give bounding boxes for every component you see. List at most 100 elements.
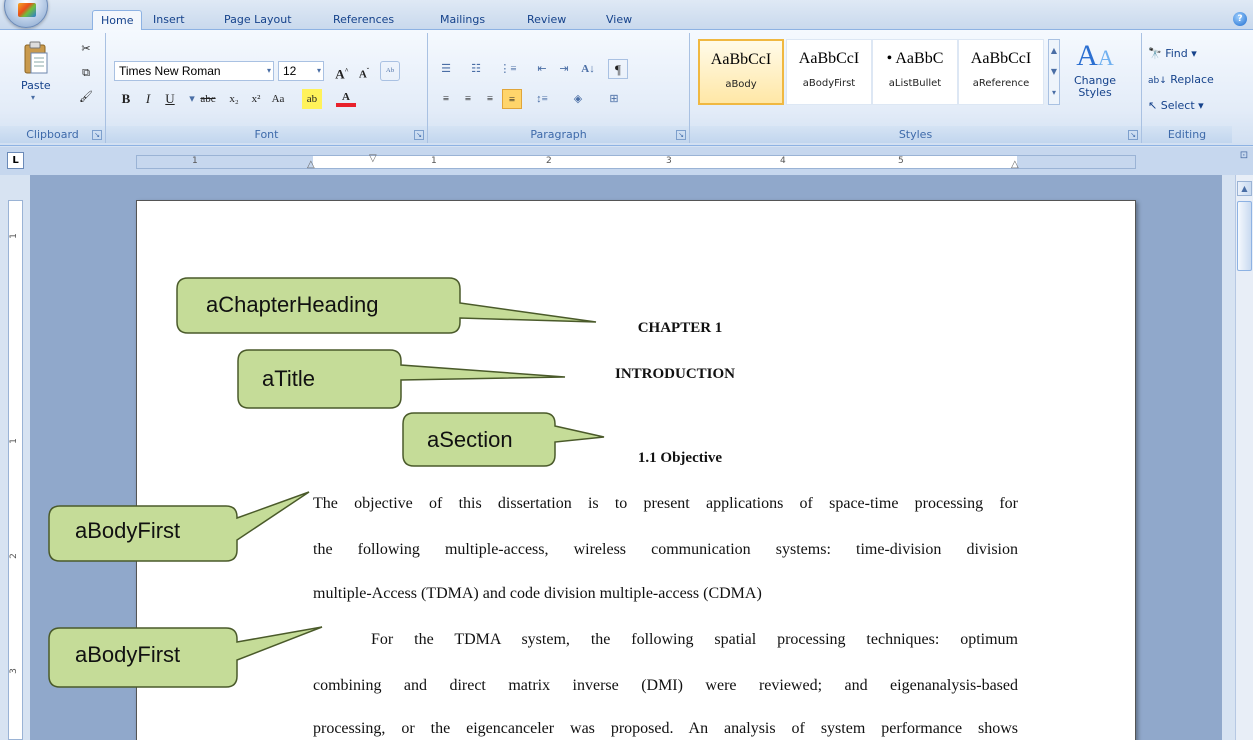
decrease-indent-icon[interactable]: ⇤ bbox=[532, 59, 552, 79]
paste-button[interactable]: Paste ▾ bbox=[18, 41, 52, 102]
style-sample: • AaBbC bbox=[886, 50, 944, 67]
first-line-indent-marker-icon[interactable]: ▽ bbox=[369, 153, 377, 164]
clipboard-group-label: Clipboard ↘ bbox=[0, 126, 105, 143]
highlight-icon[interactable]: ab bbox=[302, 89, 322, 109]
style-name: aReference bbox=[972, 78, 1030, 89]
tab-references[interactable]: References bbox=[325, 10, 402, 30]
vertical-ruler[interactable]: 1 1 2 3 bbox=[8, 200, 23, 740]
ruler-row: L 1 1 2 3 4 5 △ ▽ △ bbox=[0, 147, 1253, 175]
tab-insert[interactable]: Insert bbox=[145, 10, 193, 30]
borders-icon[interactable]: ⊞ bbox=[604, 89, 624, 109]
paragraph-launcher-icon[interactable]: ↘ bbox=[676, 130, 686, 140]
increase-indent-icon[interactable]: ⇥ bbox=[554, 59, 574, 79]
view-ruler-icon[interactable]: ⊡ bbox=[1237, 150, 1251, 170]
body-line[interactable]: The objective of this dissertation is to… bbox=[313, 495, 1018, 513]
body-line[interactable]: processing, or the eigencanceler was pro… bbox=[313, 720, 1018, 738]
document-page[interactable] bbox=[136, 200, 1136, 740]
vertical-scrollbar[interactable]: ▲ bbox=[1235, 175, 1253, 740]
horizontal-ruler[interactable]: 1 1 2 3 4 5 △ ▽ △ bbox=[136, 153, 1136, 170]
styles-gallery-scroll[interactable]: ▲ ▼ ▾ bbox=[1048, 39, 1060, 105]
ruler-number: 4 bbox=[780, 156, 786, 166]
font-group: Times New Roman ▾ 12 ▾ A^ Aˇ ᴬᵇ B I U ▾ ab… bbox=[106, 33, 428, 143]
scroll-up-icon[interactable]: ▲ bbox=[1237, 181, 1252, 196]
find-button[interactable]: 🔭 Find ▾ bbox=[1148, 47, 1197, 60]
vruler-number: 1 bbox=[8, 233, 19, 239]
shading-icon[interactable]: ◈ bbox=[568, 89, 588, 109]
paste-icon bbox=[24, 41, 48, 74]
cut-icon[interactable]: ✂ bbox=[76, 39, 96, 59]
help-icon[interactable]: ? bbox=[1233, 12, 1247, 26]
font-launcher-icon[interactable]: ↘ bbox=[414, 130, 424, 140]
body-line[interactable]: combining and direct matrix inverse (DMI… bbox=[313, 677, 1018, 695]
subscript-icon[interactable]: x₂ bbox=[224, 89, 244, 109]
tab-page-layout[interactable]: Page Layout bbox=[216, 10, 300, 30]
style-alistbullet[interactable]: • AaBbC aListBullet bbox=[872, 39, 958, 105]
sort-icon[interactable]: A↓ bbox=[578, 59, 598, 79]
change-styles-button[interactable]: AA Change Styles bbox=[1064, 39, 1126, 109]
italic-icon[interactable]: I bbox=[138, 89, 158, 109]
tab-view[interactable]: View bbox=[598, 10, 640, 30]
bullets-icon[interactable]: ☰ bbox=[436, 59, 456, 79]
superscript-icon[interactable]: x² bbox=[246, 89, 266, 109]
vruler-number: 3 bbox=[8, 668, 19, 674]
copy-icon[interactable]: ⧉ bbox=[76, 63, 96, 83]
cursor-icon: ↖ bbox=[1148, 99, 1158, 112]
change-styles-label: Change Styles bbox=[1073, 74, 1117, 99]
tab-review[interactable]: Review bbox=[519, 10, 574, 30]
hanging-indent-marker-icon[interactable]: △ bbox=[307, 159, 315, 170]
shrink-font-icon[interactable]: Aˇ bbox=[354, 61, 374, 81]
callout-bodyfirst-label: aBodyFirst bbox=[75, 518, 181, 543]
style-sample: AaBbCcI bbox=[710, 51, 772, 68]
chevron-down-icon: ▾ bbox=[266, 66, 271, 75]
style-areference[interactable]: AaBbCcI aReference bbox=[958, 39, 1044, 105]
clipboard-launcher-icon[interactable]: ↘ bbox=[92, 130, 102, 140]
editing-group: 🔭 Find ▾ ab↓ Replace ↖ Select ▾ Editing bbox=[1142, 33, 1232, 143]
scrollbar-thumb[interactable] bbox=[1237, 201, 1252, 271]
style-abody[interactable]: AaBbCcI aBody bbox=[698, 39, 784, 105]
ruler-number: 2 bbox=[546, 156, 552, 166]
font-size-combo[interactable]: 12 ▾ bbox=[278, 61, 324, 81]
clear-formatting-icon[interactable]: ᴬᵇ bbox=[380, 61, 400, 81]
paste-label: Paste bbox=[21, 79, 51, 92]
underline-icon[interactable]: U bbox=[160, 89, 180, 109]
show-formatting-marks-icon[interactable]: ¶ bbox=[608, 59, 628, 79]
bold-icon[interactable]: B bbox=[116, 89, 136, 109]
styles-group-label: Styles ↘ bbox=[690, 126, 1141, 143]
styles-launcher-icon[interactable]: ↘ bbox=[1128, 130, 1138, 140]
replace-button[interactable]: ab↓ Replace bbox=[1148, 73, 1214, 86]
multilevel-list-icon[interactable]: ⋮≡ bbox=[498, 59, 518, 79]
format-painter-icon[interactable]: 🖌 bbox=[76, 87, 96, 107]
style-abodyfirst[interactable]: AaBbCcI aBodyFirst bbox=[786, 39, 872, 105]
right-indent-marker-icon[interactable]: △ bbox=[1011, 159, 1019, 170]
tab-mailings[interactable]: Mailings bbox=[432, 10, 493, 30]
document-title[interactable]: INTRODUCTION bbox=[555, 366, 795, 383]
grow-font-icon[interactable]: A^ bbox=[332, 61, 352, 81]
find-label: Find bbox=[1165, 47, 1188, 60]
body-line[interactable]: For the TDMA system, the following spati… bbox=[313, 631, 1018, 649]
vruler-number: 2 bbox=[8, 553, 19, 559]
office-button[interactable] bbox=[4, 0, 48, 28]
line-spacing-icon[interactable]: ↕≡ bbox=[532, 89, 552, 109]
tab-selector-icon[interactable]: L bbox=[7, 152, 24, 169]
numbering-icon[interactable]: ☷ bbox=[466, 59, 486, 79]
font-family-value: Times New Roman bbox=[119, 64, 221, 78]
align-left-icon[interactable]: ≡ bbox=[436, 89, 456, 109]
paste-dropdown-icon[interactable]: ▾ bbox=[31, 93, 35, 102]
align-right-icon[interactable]: ≡ bbox=[480, 89, 500, 109]
font-family-combo[interactable]: Times New Roman ▾ bbox=[114, 61, 274, 81]
select-button[interactable]: ↖ Select ▾ bbox=[1148, 99, 1204, 112]
section-heading[interactable]: 1.1 Objective bbox=[560, 450, 800, 467]
body-line[interactable]: the following multiple-access, wireless … bbox=[313, 541, 1018, 559]
justify-icon[interactable]: ≡ bbox=[502, 89, 522, 109]
font-color-icon[interactable]: A bbox=[336, 89, 356, 107]
tab-home[interactable]: Home bbox=[92, 10, 143, 31]
vruler-number: 1 bbox=[8, 438, 19, 444]
paragraph-group: ☰ ☷ ⋮≡ ⇤ ⇥ A↓ ¶ ≡ ≡ ≡ ≡ ↕≡ ◈ ⊞ Paragraph… bbox=[428, 33, 690, 143]
body-line[interactable]: multiple-Access (TDMA) and code division… bbox=[313, 585, 1018, 603]
chapter-heading[interactable]: CHAPTER 1 bbox=[560, 320, 800, 337]
ruler-number: 3 bbox=[666, 156, 672, 166]
change-case-icon[interactable]: Aa bbox=[268, 89, 288, 109]
strikethrough-icon[interactable]: abc bbox=[198, 89, 218, 109]
style-name: aBodyFirst bbox=[802, 78, 856, 89]
align-center-icon[interactable]: ≡ bbox=[458, 89, 478, 109]
